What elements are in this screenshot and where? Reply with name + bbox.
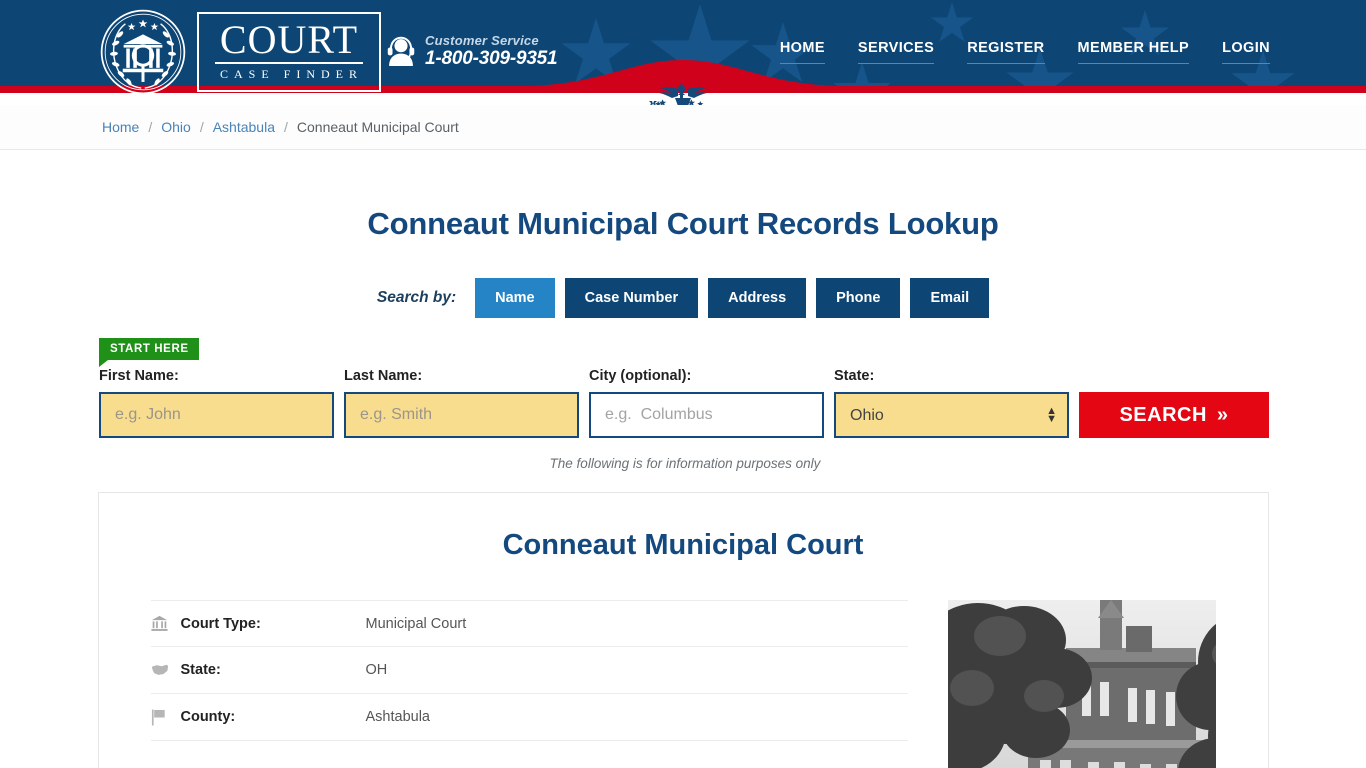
city-input[interactable] [589, 392, 824, 438]
tab-phone[interactable]: Phone [816, 278, 901, 318]
search-button-label: SEARCH [1119, 403, 1207, 426]
state-select[interactable]: Ohio [834, 392, 1069, 438]
nav-item-home[interactable]: HOME [779, 40, 825, 64]
last-name-label: Last Name: [344, 368, 423, 384]
courthouse-photo [947, 600, 1216, 768]
last-name-field-group: Last Name: [344, 368, 579, 438]
last-name-input[interactable] [344, 392, 579, 438]
table-row: Court Type: Municipal Court [150, 600, 908, 647]
customer-service-phone[interactable]: 1-800-309-9351 [425, 48, 558, 69]
customer-service-block[interactable]: Customer Service 1-800-309-9351 [386, 33, 558, 69]
search-by-tabs: Search by: Name Case Number Address Phon… [0, 278, 1366, 318]
court-type-label: Court Type: [180, 615, 261, 632]
breadcrumb-separator: / [284, 119, 288, 135]
breadcrumb-bar: Home / Ohio / Ashtabula / Conneaut Munic… [0, 105, 1366, 150]
state-label: State: [180, 662, 221, 678]
page-title: Conneaut Municipal Court Records Lookup [367, 206, 999, 241]
logo-wordmark: COURT CASE FINDER [197, 12, 382, 92]
breadcrumb: Home / Ohio / Ashtabula / Conneaut Munic… [102, 119, 459, 135]
county-label: County: [180, 709, 236, 725]
court-detail-card: Conneaut Municipal Court Court Type: Mun… [97, 492, 1269, 768]
breadcrumb-item-home[interactable]: Home [102, 119, 139, 135]
breadcrumb-separator: / [148, 119, 153, 135]
search-form: START HERE First Name: Last Name: City (… [0, 338, 1366, 471]
nav-item-login[interactable]: LOGIN [1222, 40, 1270, 64]
logo-secondary-text: CASE FINDER [220, 67, 364, 81]
state-label: State: [834, 368, 875, 384]
eagle-emblem-icon [649, 84, 707, 105]
double-chevron-right-icon: » [1216, 403, 1229, 426]
court-seal-icon [100, 9, 186, 95]
tab-email[interactable]: Email [910, 278, 990, 318]
us-map-icon [151, 663, 181, 677]
search-by-label: Search by: [376, 289, 457, 306]
city-label: City (optional): [589, 368, 692, 384]
state-value: OH [365, 662, 388, 678]
search-fields-row: First Name: Last Name: City (optional): … [99, 368, 1366, 438]
state-field-group: State: Ohio ▲ ▼ [834, 368, 1069, 438]
table-row: State: OH [150, 647, 908, 694]
tab-address[interactable]: Address [708, 278, 807, 318]
nav-item-register[interactable]: REGISTER [967, 40, 1045, 64]
start-here-badge: START HERE [99, 338, 199, 367]
court-info-table: Court Type: Municipal Court State: OH Co… [150, 600, 908, 768]
breadcrumb-item-ohio[interactable]: Ohio [161, 119, 191, 135]
search-button[interactable]: SEARCH » [1079, 392, 1269, 438]
table-row: County: Ashtabula [150, 694, 908, 741]
breadcrumb-item-current: Conneaut Municipal Court [296, 119, 459, 135]
site-header: COURT CASE FINDER Customer Service 1-800… [0, 0, 1366, 105]
nav-item-member-help[interactable]: MEMBER HELP [1077, 40, 1190, 64]
first-name-field-group: First Name: [99, 368, 334, 438]
flag-icon [151, 709, 181, 726]
logo-primary-text: COURT [215, 20, 364, 64]
site-logo[interactable]: COURT CASE FINDER [99, 8, 382, 96]
breadcrumb-separator: / [199, 119, 204, 135]
main-navigation: HOME SERVICES REGISTER MEMBER HELP LOGIN [779, 40, 1270, 64]
tab-name[interactable]: Name [475, 278, 555, 318]
city-field-group: City (optional): [589, 368, 824, 438]
bank-icon [150, 615, 181, 632]
first-name-input[interactable] [99, 392, 334, 438]
court-type-value: Municipal Court [365, 615, 467, 632]
tab-case-number[interactable]: Case Number [564, 278, 699, 318]
court-detail-body: Court Type: Municipal Court State: OH Co… [99, 562, 1268, 768]
nav-item-services[interactable]: SERVICES [857, 40, 935, 64]
breadcrumb-item-ashtabula[interactable]: Ashtabula [213, 119, 275, 135]
headset-support-icon [387, 36, 415, 66]
disclaimer-text: The following is for information purpose… [549, 456, 821, 471]
court-name-title: Conneaut Municipal Court [502, 529, 864, 561]
customer-service-label: Customer Service [425, 33, 539, 48]
first-name-label: First Name: [99, 368, 179, 384]
county-value: Ashtabula [365, 709, 431, 725]
